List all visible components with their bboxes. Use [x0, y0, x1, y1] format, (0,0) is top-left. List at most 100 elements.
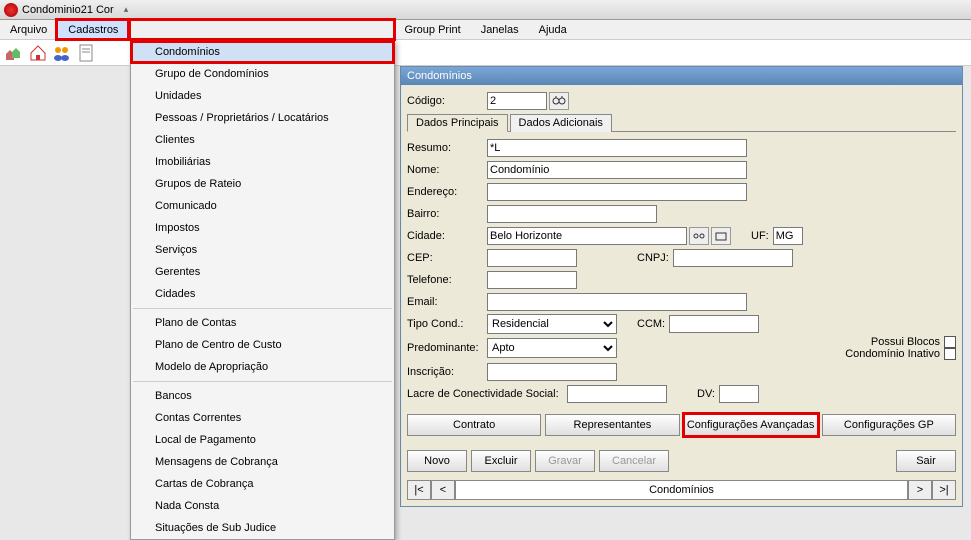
- dropdown-nada-consta[interactable]: Nada Consta: [131, 495, 394, 517]
- dropdown-contas-correntes[interactable]: Contas Correntes: [131, 407, 394, 429]
- email-input[interactable]: [487, 293, 747, 311]
- possui-blocos-checkbox[interactable]: [944, 336, 956, 348]
- tipo-select[interactable]: Residencial: [487, 314, 617, 334]
- tab-dados-adicionais[interactable]: Dados Adicionais: [510, 114, 612, 132]
- house-icon[interactable]: [28, 43, 48, 63]
- titlebar: Condominio21 Cor ▴: [0, 0, 971, 20]
- sair-button[interactable]: Sair: [896, 450, 956, 472]
- gravar-button[interactable]: Gravar: [535, 450, 595, 472]
- cancelar-button[interactable]: Cancelar: [599, 450, 669, 472]
- dropdown-cidades[interactable]: Cidades: [131, 283, 394, 305]
- dropdown-plano-centro[interactable]: Plano de Centro de Custo: [131, 334, 394, 356]
- dv-input[interactable]: [719, 385, 759, 403]
- config-avancadas-button[interactable]: Configurações Avançadas: [684, 414, 818, 436]
- nav-prev-button[interactable]: <: [431, 480, 455, 500]
- predominante-select[interactable]: Apto: [487, 338, 617, 358]
- inscricao-input[interactable]: [487, 363, 617, 381]
- menu-cadastros[interactable]: Cadastros: [57, 20, 129, 39]
- dropdown-pessoas[interactable]: Pessoas / Proprietários / Locatários: [131, 107, 394, 129]
- email-label: Email:: [407, 296, 487, 308]
- nome-label: Nome:: [407, 164, 487, 176]
- dropdown-grupo-condominios[interactable]: Grupo de Condomínios: [131, 63, 394, 85]
- tipo-label: Tipo Cond.:: [407, 318, 487, 330]
- telefone-input[interactable]: [487, 271, 577, 289]
- cidade-input[interactable]: [487, 227, 687, 245]
- cidade-label: Cidade:: [407, 230, 487, 242]
- resumo-label: Resumo:: [407, 142, 487, 154]
- dropdown-plano-contas[interactable]: Plano de Contas: [131, 312, 394, 334]
- excluir-button[interactable]: Excluir: [471, 450, 531, 472]
- menu-janelas[interactable]: Janelas: [471, 20, 529, 39]
- resumo-input[interactable]: [487, 139, 747, 157]
- contrato-button[interactable]: Contrato: [407, 414, 541, 436]
- lacre-input[interactable]: [567, 385, 667, 403]
- cnpj-input[interactable]: [673, 249, 793, 267]
- dropdown-unidades[interactable]: Unidades: [131, 85, 394, 107]
- uf-label: UF:: [751, 230, 769, 242]
- dropdown-separator: [133, 308, 392, 309]
- app-icon: [4, 3, 18, 17]
- dropdown-grupos-rateio[interactable]: Grupos de Rateio: [131, 173, 394, 195]
- menu-cadastros-highlight-spacer: [129, 20, 394, 39]
- telefone-label: Telefone:: [407, 274, 487, 286]
- config-gp-button[interactable]: Configurações GP: [822, 414, 956, 436]
- endereco-input[interactable]: [487, 183, 747, 201]
- dropdown-gerentes[interactable]: Gerentes: [131, 261, 394, 283]
- representantes-button[interactable]: Representantes: [545, 414, 679, 436]
- folder-icon[interactable]: [711, 227, 731, 245]
- uf-input[interactable]: [773, 227, 803, 245]
- dropdown-mensagens-cobranca[interactable]: Mensagens de Cobrança: [131, 451, 394, 473]
- houses-icon[interactable]: [4, 43, 24, 63]
- novo-button[interactable]: Novo: [407, 450, 467, 472]
- codigo-label: Código:: [407, 95, 487, 107]
- condominios-panel: Condomínios Código: Dados Principais Dad…: [400, 66, 963, 507]
- dropdown-local-pagamento[interactable]: Local de Pagamento: [131, 429, 394, 451]
- inativo-checkbox[interactable]: [944, 348, 956, 360]
- possui-blocos-row[interactable]: Possui Blocos: [845, 336, 956, 348]
- nav-first-button[interactable]: |<: [407, 480, 431, 500]
- dropdown-condominios[interactable]: Condomínios: [131, 41, 394, 63]
- cep-input[interactable]: [487, 249, 577, 267]
- menubar: Arquivo Cadastros Group Print Janelas Aj…: [0, 20, 971, 40]
- dropdown-modelo[interactable]: Modelo de Apropriação: [131, 356, 394, 378]
- menu-group-print[interactable]: Group Print: [394, 20, 470, 39]
- nome-input[interactable]: [487, 161, 747, 179]
- binoculars-icon[interactable]: [549, 92, 569, 110]
- dropdown-bancos[interactable]: Bancos: [131, 385, 394, 407]
- dropdown-cartas-cobranca[interactable]: Cartas de Cobrança: [131, 473, 394, 495]
- ccm-label: CCM:: [637, 318, 665, 330]
- panel-title: Condomínios: [401, 67, 962, 85]
- bairro-label: Bairro:: [407, 208, 487, 220]
- predominante-label: Predominante:: [407, 342, 487, 354]
- tab-dados-principais[interactable]: Dados Principais: [407, 114, 508, 132]
- people-icon[interactable]: [52, 43, 72, 63]
- dropdown-imobiliarias[interactable]: Imobiliárias: [131, 151, 394, 173]
- dropdown-clientes[interactable]: Clientes: [131, 129, 394, 151]
- nav-last-button[interactable]: >|: [932, 480, 956, 500]
- tabstrip: Dados Principais Dados Adicionais: [407, 113, 956, 132]
- document-icon[interactable]: [76, 43, 96, 63]
- cnpj-label: CNPJ:: [637, 252, 669, 264]
- lacre-label: Lacre de Conectividade Social:: [407, 388, 567, 400]
- cep-label: CEP:: [407, 252, 487, 264]
- content-area: Condomínios Código: Dados Principais Dad…: [400, 66, 963, 507]
- menu-arquivo[interactable]: Arquivo: [0, 20, 57, 39]
- codigo-input[interactable]: [487, 92, 547, 110]
- chevron-down-icon: ▴: [124, 4, 129, 15]
- window-title: Condominio21 Cor: [22, 4, 114, 16]
- dropdown-servicos[interactable]: Serviços: [131, 239, 394, 261]
- inativo-row[interactable]: Condomínio Inativo: [845, 348, 956, 360]
- ccm-input[interactable]: [669, 315, 759, 333]
- binoculars-icon[interactable]: [689, 227, 709, 245]
- nav-center-label: Condomínios: [455, 480, 908, 500]
- dropdown-impostos[interactable]: Impostos: [131, 217, 394, 239]
- bairro-input[interactable]: [487, 205, 657, 223]
- menu-ajuda[interactable]: Ajuda: [529, 20, 577, 39]
- dropdown-comunicado[interactable]: Comunicado: [131, 195, 394, 217]
- cadastros-dropdown: Condomínios Grupo de Condomínios Unidade…: [130, 40, 395, 540]
- dropdown-sub-judice[interactable]: Situações de Sub Judice: [131, 517, 394, 539]
- nav-next-button[interactable]: >: [908, 480, 932, 500]
- dv-label: DV:: [697, 388, 715, 400]
- dropdown-separator: [133, 381, 392, 382]
- inscricao-label: Inscrição:: [407, 366, 487, 378]
